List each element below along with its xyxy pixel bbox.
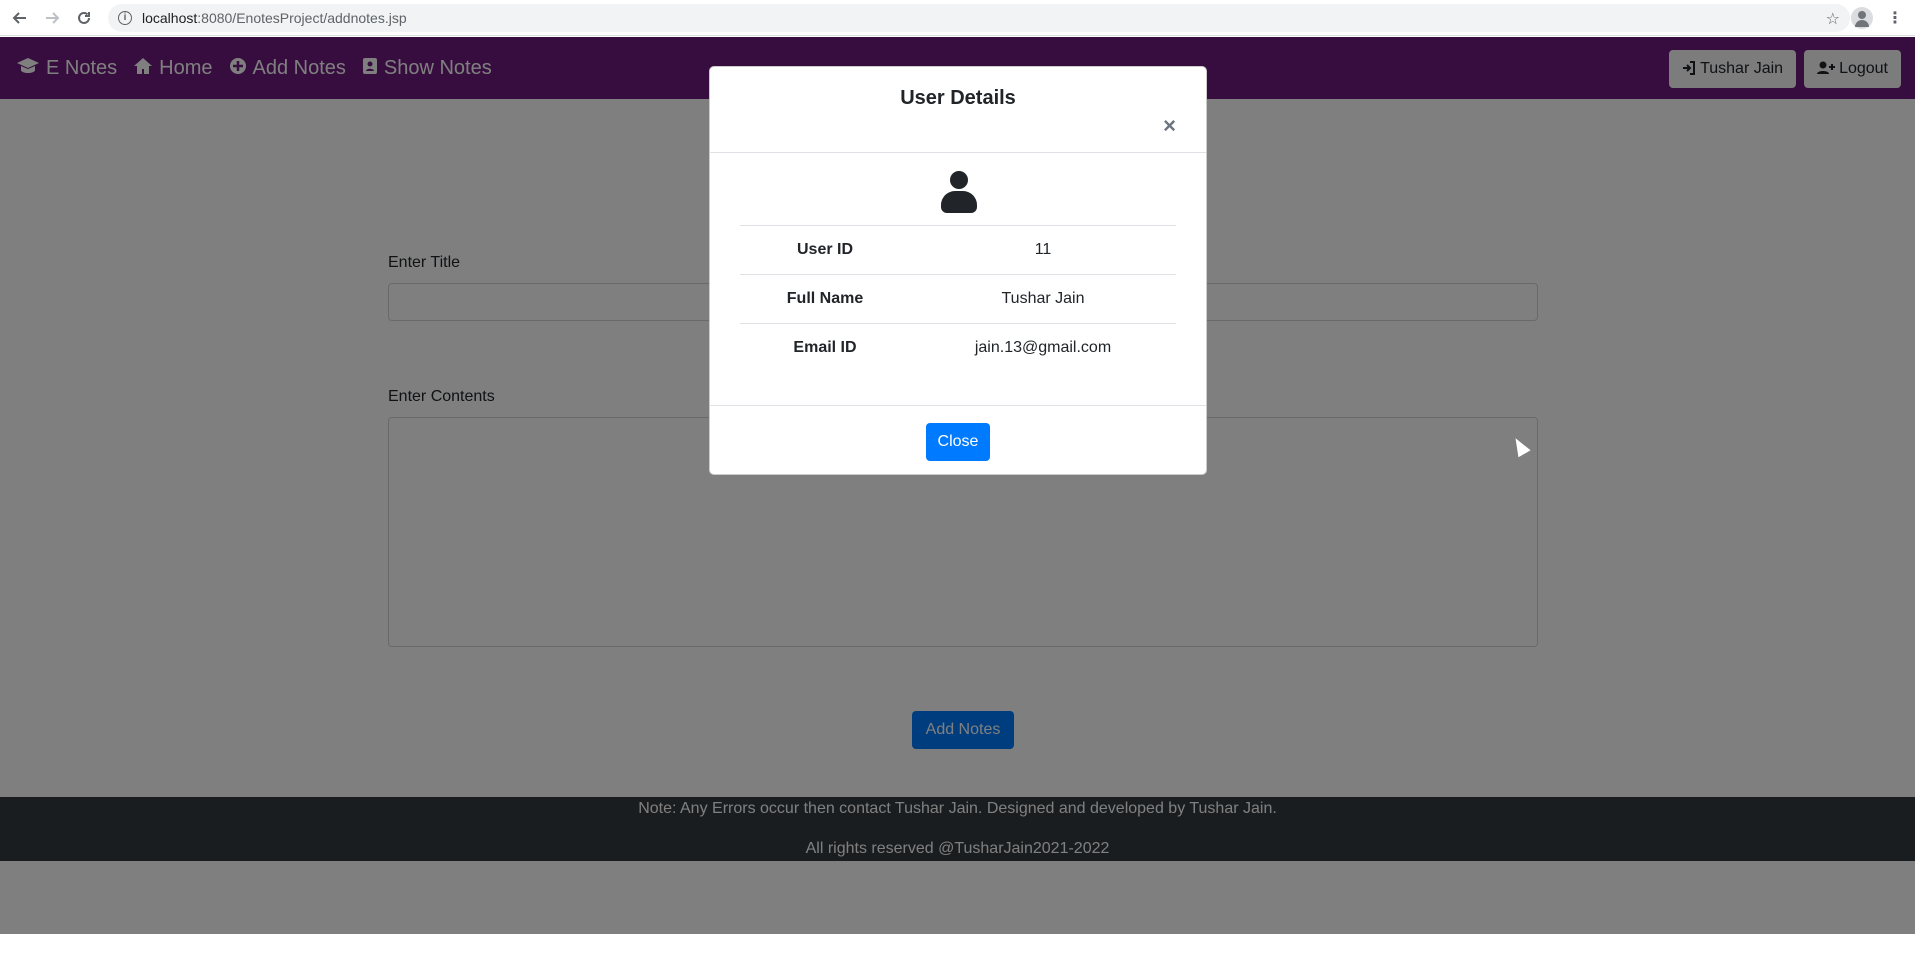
user-icon <box>941 171 977 213</box>
row-value: Tushar Jain <box>1001 290 1085 307</box>
browser-toolbar: i localhost:8080/EnotesProject/addnotes.… <box>0 0 1915 36</box>
row-key: Full Name <box>786 290 864 307</box>
profile-avatar-icon[interactable] <box>1851 7 1873 29</box>
close-icon[interactable]: × <box>1163 115 1176 137</box>
user-details-modal: User Details × User ID 11 Full Name Tush… <box>709 66 1207 475</box>
back-icon[interactable] <box>8 6 32 30</box>
table-row: Full Name Tushar Jain <box>740 274 1176 323</box>
modal-title: User Details <box>900 87 1016 109</box>
site-info-icon[interactable]: i <box>118 11 132 25</box>
modal-header: User Details × <box>710 67 1206 153</box>
row-key: Email ID <box>793 339 857 356</box>
row-key: User ID <box>796 241 854 258</box>
close-button[interactable]: Close <box>926 423 990 461</box>
table-row: User ID 11 <box>740 225 1176 274</box>
reload-icon[interactable] <box>72 6 96 30</box>
bookmark-star-icon[interactable]: ☆ <box>1826 9 1840 29</box>
table-row: Email ID jain.13@gmail.com <box>740 323 1176 372</box>
browser-menu-icon[interactable]: ⋮ <box>1885 8 1905 28</box>
row-value: jain.13@gmail.com <box>974 339 1112 356</box>
forward-icon[interactable] <box>40 6 64 30</box>
address-bar[interactable]: i localhost:8080/EnotesProject/addnotes.… <box>108 4 1850 32</box>
row-value: 11 <box>1034 241 1052 258</box>
user-details-table: User ID 11 Full Name Tushar Jain Email I… <box>740 225 1176 372</box>
modal-footer: Close <box>710 405 1206 475</box>
url-text: localhost:8080/EnotesProject/addnotes.js… <box>142 10 407 26</box>
